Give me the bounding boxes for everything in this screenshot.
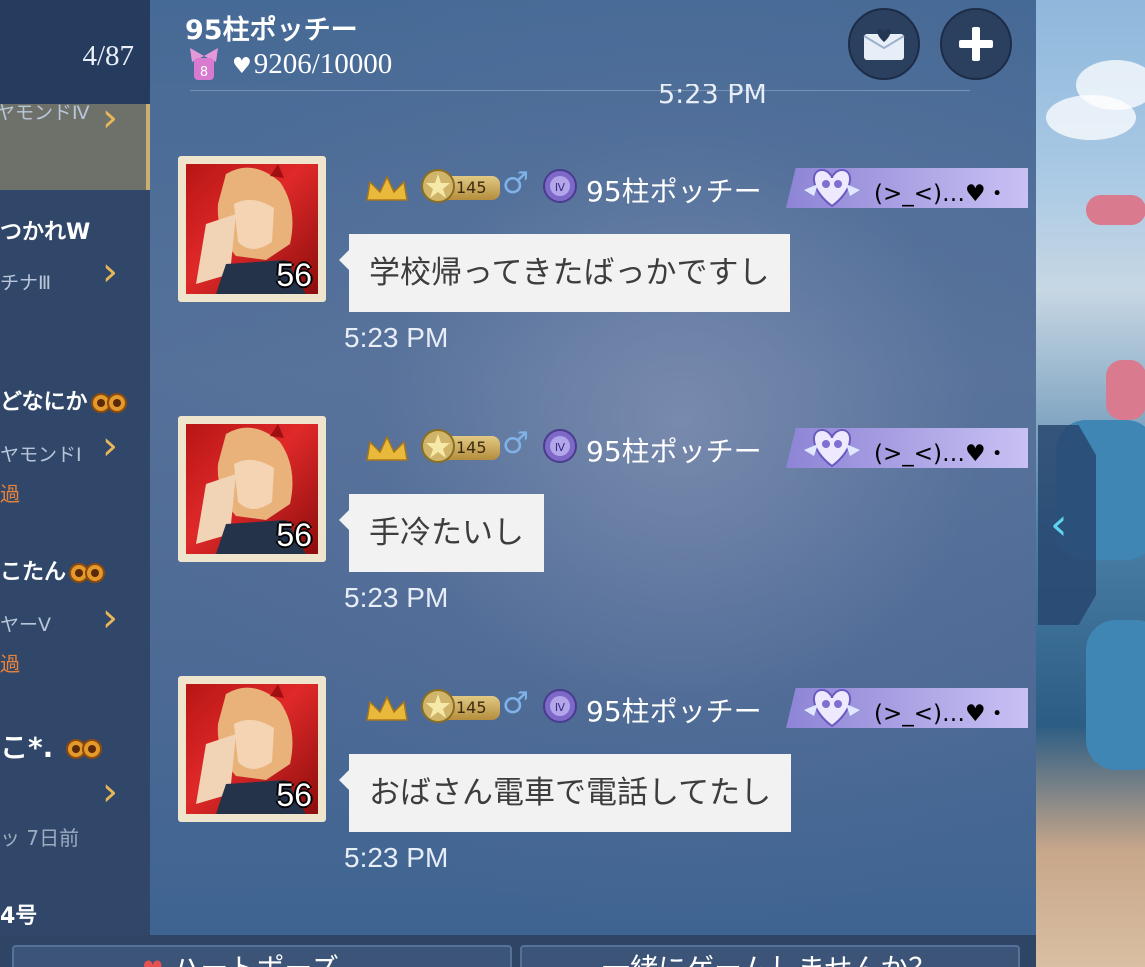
owl-badge-icon xyxy=(90,393,127,413)
owl-badge-icon xyxy=(66,739,103,759)
mail-heart-icon xyxy=(863,29,905,60)
chat-message: 56 145 ♂ Ⅳ 95柱ポッチー xyxy=(150,156,1036,396)
friend-name: どなにか xyxy=(0,384,128,416)
quick-reply-label: ハートポーズ xyxy=(172,952,339,967)
friend-item[interactable]: こ*. ッ 7日前 › xyxy=(0,718,150,858)
friend-rank: ヤモンドⅣ xyxy=(0,102,90,124)
bow-level: 8 xyxy=(200,65,208,80)
chat-header: 95柱ポッチー 8 ♥9206/10000 xyxy=(150,0,1036,92)
friend-name: こ*. xyxy=(0,726,103,766)
title-banner: (>_<)…♥・ xyxy=(786,688,1028,728)
quick-reply-heart-pose[interactable]: ♥ ハートポーズ xyxy=(12,945,512,967)
male-icon: ♂ xyxy=(502,686,529,721)
star-badge-icon xyxy=(421,169,455,203)
sender-row: 145 ♂ Ⅳ 95柱ポッチー (>_<)…♥・ xyxy=(364,166,1034,208)
male-icon: ♂ xyxy=(502,166,529,201)
crown-icon xyxy=(366,175,408,201)
friend-rank: ヤーⅤ xyxy=(0,614,51,636)
plus-icon xyxy=(959,27,993,61)
add-button[interactable] xyxy=(940,8,1012,80)
heart-wings-icon xyxy=(804,168,860,208)
title-banner-text: (>_<)…♥・ xyxy=(874,181,1009,207)
message-bubble: 学校帰ってきたばっかですし xyxy=(339,234,790,312)
title-banner: (>_<)…♥・ xyxy=(786,428,1028,468)
heart-wings-icon xyxy=(804,688,860,728)
avatar-level: 56 xyxy=(276,517,312,553)
chat-message: 56 145 ♂ Ⅳ 95柱ポッチー xyxy=(150,676,1036,916)
crown-icon xyxy=(366,695,408,721)
intimacy-value: ♥9206/10000 xyxy=(232,48,393,80)
mail-button[interactable] xyxy=(848,8,920,80)
clipped-timestamp: 5:23 PM xyxy=(658,84,767,110)
crown-icon xyxy=(366,435,408,461)
star-badge-icon xyxy=(421,689,455,723)
chat-message: 56 145 ♂ Ⅳ 95柱ポッチー xyxy=(150,416,1036,656)
header-divider xyxy=(190,90,970,91)
quick-reply-play-together[interactable]: 一緒にゲームしませんか？ xyxy=(520,945,1020,967)
chevron-left-icon: ‹ xyxy=(1050,499,1068,550)
heart-pulse-icon: ♥ xyxy=(232,54,252,79)
message-bubble: 手冷たいし xyxy=(339,494,544,572)
friend-count: 4/87 xyxy=(82,40,134,72)
svg-text:Ⅳ: Ⅳ xyxy=(555,441,566,454)
avatar[interactable]: 56 xyxy=(178,416,326,562)
avatar[interactable]: 56 xyxy=(178,676,326,822)
friend-item[interactable]: つかれW チナⅢ › xyxy=(0,200,150,310)
sender-name: 95柱ポッチー xyxy=(586,695,762,728)
svg-text:Ⅳ: Ⅳ xyxy=(555,701,566,714)
avatar-image: 56 xyxy=(186,684,318,814)
sender-row: 145 ♂ Ⅳ 95柱ポッチー (>_<)…♥・ xyxy=(364,686,1034,728)
friend-name: 4号 xyxy=(0,904,38,929)
friend-item[interactable]: ヤモンドⅣ › xyxy=(0,98,150,190)
male-icon: ♂ xyxy=(502,426,529,461)
chevron-right-icon: › xyxy=(102,249,118,295)
avatar-level: 56 xyxy=(276,777,312,813)
title-banner-text: (>_<)…♥・ xyxy=(874,441,1009,467)
chevron-right-icon: › xyxy=(102,595,118,641)
friend-name: こたん xyxy=(0,554,106,586)
avatar-image: 56 xyxy=(186,164,318,294)
friend-item[interactable]: 4号 xyxy=(0,890,150,935)
friend-item[interactable]: こたん ヤーⅤ 過 › xyxy=(0,552,150,682)
quick-reply-bar: ♥ ハートポーズ 一緒にゲームしませんか？ xyxy=(0,935,1036,967)
sender-row: 145 ♂ Ⅳ 95柱ポッチー (>_<)…♥・ xyxy=(364,426,1034,468)
friend-list-panel: 4/87 ヤモンドⅣ › つかれW チナⅢ › どなにか ヤモンドⅠ 過 › こ… xyxy=(0,0,150,935)
title-banner: (>_<)…♥・ xyxy=(786,168,1028,208)
rank-badge-icon: Ⅳ xyxy=(543,689,577,723)
friend-last-online: 過 xyxy=(0,652,20,676)
friend-rank: ヤモンドⅠ xyxy=(0,444,82,466)
friend-rank: チナⅢ xyxy=(0,272,52,294)
message-timestamp: 5:23 PM xyxy=(344,322,449,353)
heart-wings-icon xyxy=(804,428,860,468)
chevron-right-icon: › xyxy=(102,769,118,815)
owl-badge-icon xyxy=(69,563,106,583)
heart-icon: ♥ xyxy=(142,956,164,967)
chevron-right-icon: › xyxy=(102,423,118,469)
rank-badge-icon: Ⅳ xyxy=(543,169,577,203)
panel-collapse-tab[interactable]: ‹ xyxy=(1038,425,1096,625)
avatar-level: 56 xyxy=(276,257,312,293)
message-timestamp: 5:23 PM xyxy=(344,842,449,873)
sender-name: 95柱ポッチー xyxy=(586,435,762,468)
star-badge-icon xyxy=(421,429,455,463)
avatar[interactable]: 56 xyxy=(178,156,326,302)
friend-last-online: 過 xyxy=(0,482,20,506)
quick-reply-label: 一緒にゲームしませんか？ xyxy=(602,952,936,967)
friend-count-bar: 4/87 xyxy=(0,0,150,104)
friend-item[interactable]: どなにか ヤモンドⅠ 過 › xyxy=(0,380,150,510)
rank-badge-icon: Ⅳ xyxy=(543,429,577,463)
message-bubble: おばさん電車で電話してたし xyxy=(338,754,792,832)
message-timestamp: 5:23 PM xyxy=(344,582,449,613)
svg-text:Ⅳ: Ⅳ xyxy=(555,181,566,194)
title-banner-text: (>_<)…♥・ xyxy=(874,701,1009,727)
bow-intimacy-icon: 8 xyxy=(190,48,218,80)
chevron-right-icon: › xyxy=(102,95,118,141)
friend-last-online: ッ 7日前 xyxy=(0,826,80,850)
sender-name: 95柱ポッチー xyxy=(586,175,762,208)
friend-name: つかれW xyxy=(0,220,91,245)
chat-title: 95柱ポッチー xyxy=(185,15,358,46)
chat-area: 95柱ポッチー 8 ♥9206/10000 5:23 PM 56 145 ♂ Ⅳ… xyxy=(150,0,1036,935)
avatar-image: 56 xyxy=(186,424,318,554)
